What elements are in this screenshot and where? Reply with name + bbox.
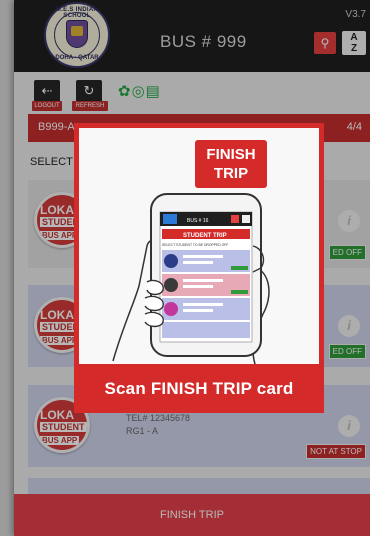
- phone-text-line: [183, 285, 213, 288]
- finger-outline: [146, 279, 164, 296]
- phone-student-avatar: [164, 302, 178, 316]
- phone-student-card: [162, 322, 250, 338]
- phone-text-line: [183, 261, 213, 264]
- phone-text-line: [183, 303, 223, 306]
- phone-sub-text: SELECT STUDENT TO BE DROPPED OFF: [162, 243, 228, 247]
- finger-outline: [144, 295, 164, 312]
- dialog-caption: Scan FINISH TRIP card: [104, 379, 294, 398]
- phone-status: [231, 266, 248, 270]
- phone-status: [231, 290, 248, 294]
- phone-text-line: [183, 309, 213, 312]
- phone-student-avatar: [164, 278, 178, 292]
- phone-pin: [231, 215, 239, 223]
- phone-text-line: [183, 255, 223, 258]
- phone-student-avatar: [164, 254, 178, 268]
- phone-text-line: [183, 279, 223, 282]
- finish-trip-dialog[interactable]: FINISH TRIP BUS # 16 STUDENT TRIP SELECT…: [74, 123, 324, 413]
- tag-line1: FINISH: [206, 146, 256, 163]
- phone-banner-text: STUDENT TRIP: [183, 233, 227, 239]
- dialog-illustration-area: FINISH TRIP BUS # 16 STUDENT TRIP SELECT…: [79, 128, 319, 364]
- phone-logo: [163, 214, 177, 224]
- hand-holding-phone-illustration: BUS # 16 STUDENT TRIP SELECT STUDENT TO …: [112, 193, 270, 364]
- phone-sort: [242, 215, 250, 223]
- finish-trip-tag: FINISH TRIP: [195, 140, 267, 188]
- phone-bus-title: BUS # 16: [187, 218, 209, 224]
- tag-line2: TRIP: [213, 165, 249, 182]
- finger-outline: [144, 311, 164, 328]
